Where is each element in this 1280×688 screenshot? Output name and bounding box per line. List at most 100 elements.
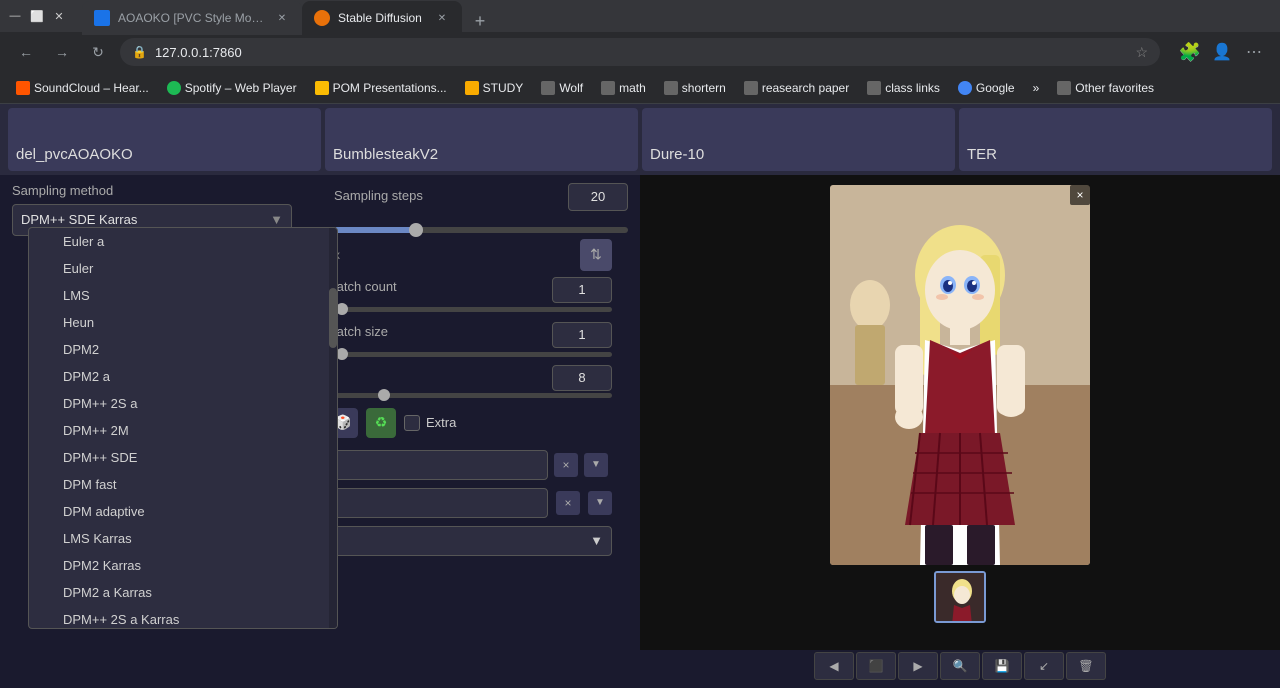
hires-dropdown[interactable] bbox=[328, 488, 548, 518]
recycle-icon-btn[interactable]: ♻ bbox=[366, 408, 396, 438]
profile-btn[interactable]: 👤 bbox=[1208, 38, 1236, 66]
bookmark-icon-google bbox=[958, 81, 972, 95]
bookmark-icon-wolf bbox=[541, 81, 555, 95]
dropdown-label-heun: Heun bbox=[63, 315, 94, 330]
bookmark-label-study: STUDY bbox=[483, 81, 524, 95]
dropdown-item-dpmpp-sde[interactable]: DPM++ SDE bbox=[29, 444, 337, 471]
extra-checkbox[interactable] bbox=[404, 415, 420, 431]
nav-bar: ← → ↻ 🔒 127.0.0.1:7860 ☆ 🧩 👤 ⋯ bbox=[0, 32, 1280, 72]
cfg-scale-value[interactable]: 8 bbox=[552, 365, 612, 391]
bookmark-google[interactable]: Google bbox=[950, 78, 1023, 98]
dropdown-item-dpm-fast[interactable]: DPM fast bbox=[29, 471, 337, 498]
star-icon[interactable]: ☆ bbox=[1135, 44, 1148, 61]
model-card-4[interactable]: TER bbox=[959, 108, 1272, 171]
bookmark-label-other: Other favorites bbox=[1075, 81, 1154, 95]
bookmark-more[interactable]: » bbox=[1025, 78, 1048, 98]
extra-label-text: Extra bbox=[426, 415, 456, 430]
dropdown-item-dpm-adaptive[interactable]: DPM adaptive bbox=[29, 498, 337, 525]
new-tab-btn[interactable]: + bbox=[466, 7, 494, 35]
dropdown-label-dpm2-karras: DPM2 Karras bbox=[63, 558, 141, 573]
batch-size-value[interactable]: 1 bbox=[552, 322, 612, 348]
model-card-1[interactable]: del_pvcAOAOKO bbox=[8, 108, 321, 171]
main-image-display bbox=[830, 185, 1090, 565]
dropdown-label-dpmpp-2s-a-karras: DPM++ 2S a Karras bbox=[63, 612, 179, 627]
bookmark-classlinks[interactable]: class links bbox=[859, 78, 948, 98]
bookmark-other[interactable]: Other favorites bbox=[1049, 78, 1162, 98]
dropdown-item-dpm2-a[interactable]: DPM2 a bbox=[29, 363, 337, 390]
reload-btn[interactable]: ↻ bbox=[84, 38, 112, 66]
back-btn[interactable]: ← bbox=[12, 38, 40, 66]
hires-close-btn[interactable]: × bbox=[556, 491, 580, 515]
extension-btn[interactable]: 🧩 bbox=[1176, 38, 1204, 66]
dropdown-item-dpm2[interactable]: DPM2 bbox=[29, 336, 337, 363]
thumbnail-1[interactable] bbox=[934, 571, 986, 623]
bookmark-pom[interactable]: POM Presentations... bbox=[307, 78, 455, 98]
bookmark-icon-soundcloud bbox=[16, 81, 30, 95]
dropdown-item-dpmpp-2m[interactable]: DPM++ 2M bbox=[29, 417, 337, 444]
bookmark-label-shortener: shortern bbox=[682, 81, 726, 95]
fix-row: fix ⇅ bbox=[320, 235, 620, 275]
sampling-method-value: DPM++ SDE Karras bbox=[21, 212, 270, 227]
dropdown-item-lms[interactable]: LMS bbox=[29, 282, 337, 309]
extra-row: 🎲 ♻ Extra bbox=[320, 400, 620, 446]
dropdown-item-heun[interactable]: Heun bbox=[29, 309, 337, 336]
bottom-toolbar: ◀ ⬛ ▶ 🔍 💾 ↙ 🗑 bbox=[640, 648, 1280, 650]
seed-input[interactable] bbox=[332, 450, 548, 480]
dropdown-item-dpmpp-2s-a[interactable]: DPM++ 2S a bbox=[29, 390, 337, 417]
model-card-2[interactable]: BumblesteakV2 bbox=[325, 108, 638, 171]
bookmark-more-icon: » bbox=[1033, 81, 1040, 95]
bookmark-study[interactable]: STUDY bbox=[457, 78, 532, 98]
close-image-btn[interactable]: × bbox=[1070, 185, 1090, 205]
bookmark-research[interactable]: reasearch paper bbox=[736, 78, 857, 98]
sampling-steps-value[interactable]: 20 bbox=[568, 183, 628, 211]
dropdown-scrollbar-thumb[interactable] bbox=[329, 288, 337, 348]
bookmark-icon-other bbox=[1057, 81, 1071, 95]
tab-close-aoko[interactable]: ✕ bbox=[274, 10, 290, 26]
dropdown-item-dpm2-a-karras[interactable]: DPM2 a Karras bbox=[29, 579, 337, 606]
cfg-slider bbox=[328, 393, 612, 398]
dropdown-item-euler-a[interactable]: Euler a bbox=[29, 228, 337, 255]
tab-favicon-aoko bbox=[94, 10, 110, 26]
dropdown-label-euler-a: Euler a bbox=[63, 234, 104, 249]
second-dropdown[interactable]: ▼ bbox=[328, 526, 612, 556]
bookmark-shortener[interactable]: shortern bbox=[656, 78, 734, 98]
bookmark-icon-classlinks bbox=[867, 81, 881, 95]
bookmark-spotify[interactable]: Spotify – Web Player bbox=[159, 78, 305, 98]
dropdown-item-dpm2-karras[interactable]: DPM2 Karras bbox=[29, 552, 337, 579]
bookmark-wolf[interactable]: Wolf bbox=[533, 78, 591, 98]
bookmark-math[interactable]: math bbox=[593, 78, 654, 98]
tabs-bar: AOAOKO [PVC Style Model] - PV... ✕ Stabl… bbox=[82, 0, 1272, 35]
seed-row: × ▼ bbox=[320, 446, 620, 484]
sampling-steps-label: Sampling steps bbox=[334, 188, 423, 203]
address-bar[interactable]: 🔒 127.0.0.1:7860 ☆ bbox=[120, 38, 1160, 66]
swap-dimensions-btn[interactable]: ⇅ bbox=[580, 239, 612, 271]
cfg-slider-row bbox=[320, 391, 620, 400]
dropdown-item-dpmpp-2s-a-karras[interactable]: DPM++ 2S a Karras bbox=[29, 606, 337, 628]
tab-close-sd[interactable]: ✕ bbox=[434, 10, 450, 26]
tab-aoko[interactable]: AOAOKO [PVC Style Model] - PV... ✕ bbox=[82, 1, 302, 35]
more-btn[interactable]: ⋯ bbox=[1240, 38, 1268, 66]
dropdown-label-dpmpp-2s-a: DPM++ 2S a bbox=[63, 396, 137, 411]
dropdown-item-euler[interactable]: Euler bbox=[29, 255, 337, 282]
extra-checkbox-label[interactable]: Extra bbox=[404, 415, 456, 431]
sampling-method-label: Sampling method bbox=[12, 183, 322, 198]
hires-arrow-btn[interactable]: ▼ bbox=[588, 491, 612, 515]
sampling-steps-fill bbox=[334, 227, 416, 233]
seed-close-btn[interactable]: × bbox=[554, 453, 578, 477]
second-dropdown-arrow: ▼ bbox=[590, 533, 603, 548]
bookmark-icon-math bbox=[601, 81, 615, 95]
window-maximize-btn[interactable]: ⬜ bbox=[30, 9, 44, 23]
window-minimize-btn[interactable]: — bbox=[8, 9, 22, 23]
tab-sd[interactable]: Stable Diffusion ✕ bbox=[302, 1, 462, 35]
bookmark-soundcloud[interactable]: SoundCloud – Hear... bbox=[8, 78, 157, 98]
dropdown-label-euler: Euler bbox=[63, 261, 93, 276]
model-card-3[interactable]: Dure-10 bbox=[642, 108, 955, 171]
dropdown-label-dpmpp-sde: DPM++ SDE bbox=[63, 450, 137, 465]
batch-count-value[interactable]: 1 bbox=[552, 277, 612, 303]
seed-arrow-btn[interactable]: ▼ bbox=[584, 453, 608, 477]
window-close-btn[interactable]: ✕ bbox=[52, 9, 66, 23]
dropdown-item-lms-karras[interactable]: LMS Karras bbox=[29, 525, 337, 552]
batch-count-row: Batch count 1 bbox=[320, 275, 620, 314]
forward-btn[interactable]: → bbox=[48, 38, 76, 66]
browser-chrome: — ⬜ ✕ AOAOKO [PVC Style Model] - PV... ✕… bbox=[0, 0, 1280, 104]
